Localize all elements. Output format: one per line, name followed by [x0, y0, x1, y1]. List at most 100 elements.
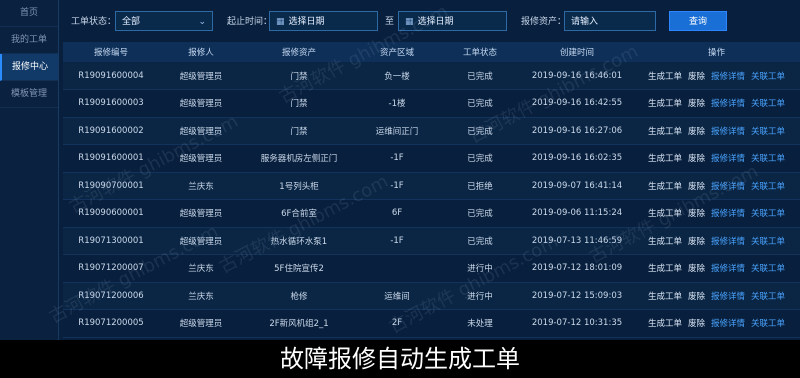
table-row: R19071200006 兰庆东 枪修 运维间 进行中 2019-07-12 15:09:… — [63, 282, 800, 310]
search-button[interactable]: 查询 — [669, 11, 727, 31]
cell-reporter: 超级管理员 — [179, 319, 223, 330]
table-row: R19071200005 超级管理员 2F新风机组2_1 2F 未处理 2019-07-1… — [63, 309, 800, 337]
cell-repair-id: R19071200005 — [78, 318, 144, 329]
caption-banner: 故障报修自动生成工单 — [0, 340, 800, 378]
time-label: 起止时间： — [227, 17, 273, 27]
repair-detail-link[interactable]: 报修详情 — [711, 209, 745, 219]
cell-status: 进行中 — [467, 291, 493, 302]
filter-bar: 工单状态： 全部 ⌄ 起止时间： ▦ 选择日期 至 ▦ 选择日期 报修资产： 请输入… — [59, 0, 800, 42]
cell-repair-id: R19071300001 — [78, 235, 144, 246]
void-link[interactable]: 废除 — [688, 264, 705, 274]
end-date-input[interactable]: ▦ 选择日期 — [398, 11, 507, 31]
void-link[interactable]: 废除 — [688, 292, 705, 302]
cell-status: 未处理 — [467, 319, 493, 330]
main-panel: 工单状态： 全部 ⌄ 起止时间： ▦ 选择日期 至 ▦ 选择日期 报修资产： 请输入… — [46, 0, 800, 340]
cell-repair-id: R19090700001 — [78, 180, 144, 191]
sidebar-item-templates[interactable]: 模板管理 — [0, 81, 58, 108]
cell-asset: 热水循环水泵1 — [270, 236, 328, 247]
cell-area — [355, 255, 439, 283]
generate-order-link[interactable]: 生成工单 — [648, 99, 682, 109]
cell-created: 2019-07-13 11:46:59 — [531, 235, 623, 246]
repair-detail-link[interactable]: 报修详情 — [711, 154, 745, 164]
related-order-link[interactable]: 关联工单 — [751, 292, 785, 302]
void-link[interactable]: 废除 — [688, 154, 705, 164]
header-reporter: 报修人 — [188, 48, 214, 58]
generate-order-link[interactable]: 生成工单 — [648, 264, 682, 274]
start-date-input[interactable]: ▦ 选择日期 — [269, 11, 378, 31]
repair-detail-link[interactable]: 报修详情 — [711, 99, 745, 109]
related-order-link[interactable]: 关联工单 — [751, 182, 785, 192]
related-order-link[interactable]: 关联工单 — [751, 154, 785, 164]
related-order-link[interactable]: 关联工单 — [751, 72, 785, 82]
asset-input-placeholder: 请输入 — [571, 17, 599, 27]
cell-actions: 生成工单 废除 报修详情 关联工单 — [633, 200, 800, 228]
void-link[interactable]: 废除 — [688, 127, 705, 137]
repair-detail-link[interactable]: 报修详情 — [711, 182, 745, 192]
status-label: 工单状态： — [71, 17, 117, 27]
cell-actions: 生成工单 废除 报修详情 关联工单 — [633, 90, 800, 118]
cell-repair-id: R19091600001 — [78, 153, 144, 164]
cell-repair-id: R19090600001 — [78, 208, 144, 219]
cell-reporter: 兰庆东 — [188, 181, 214, 192]
cell-asset: 5F住院宣传2 — [274, 264, 324, 275]
repair-detail-link[interactable]: 报修详情 — [711, 127, 745, 137]
sidebar-item-repair-center[interactable]: 报修中心 — [0, 54, 58, 81]
sidebar-item-home[interactable]: 首页 — [0, 0, 58, 27]
cell-created: 2019-09-16 16:42:55 — [531, 98, 623, 109]
asset-input[interactable]: 请输入 — [564, 11, 656, 31]
table-row: R19091600002 超级管理员 门禁 运维间正门 已完成 2019-09-16 16… — [63, 117, 800, 145]
cell-reporter: 超级管理员 — [179, 236, 223, 247]
related-order-link[interactable]: 关联工单 — [751, 127, 785, 137]
cell-area: 6F — [391, 208, 403, 219]
related-order-link[interactable]: 关联工单 — [751, 99, 785, 109]
generate-order-link[interactable]: 生成工单 — [648, 127, 682, 137]
related-order-link[interactable]: 关联工单 — [751, 237, 785, 247]
void-link[interactable]: 废除 — [688, 237, 705, 247]
table-body: R19091600004 超级管理员 门禁 负一楼 已完成 2019-09-16 16:4… — [63, 62, 800, 337]
cell-reporter: 超级管理员 — [179, 71, 223, 82]
generate-order-link[interactable]: 生成工单 — [648, 209, 682, 219]
status-select[interactable]: 全部 ⌄ — [115, 11, 213, 31]
generate-order-link[interactable]: 生成工单 — [648, 154, 682, 164]
related-order-link[interactable]: 关联工单 — [751, 319, 785, 329]
cell-reporter: 超级管理员 — [179, 209, 223, 220]
void-link[interactable]: 废除 — [688, 319, 705, 329]
repair-detail-link[interactable]: 报修详情 — [711, 237, 745, 247]
repair-detail-link[interactable]: 报修详情 — [711, 264, 745, 274]
generate-order-link[interactable]: 生成工单 — [648, 237, 682, 247]
cell-reporter: 超级管理员 — [179, 99, 223, 110]
repair-table: 报修编号 报修人 报修资产 资产区域 工单状态 创建时间 操作 R1909160… — [63, 42, 800, 338]
cell-asset: 2F新风机组2_1 — [269, 319, 329, 330]
cell-created: 2019-07-12 18:01:09 — [531, 263, 623, 274]
void-link[interactable]: 废除 — [688, 209, 705, 219]
cell-asset: 6F合前室 — [281, 209, 317, 220]
cell-actions: 生成工单 废除 报修详情 关联工单 — [633, 282, 800, 310]
repair-detail-link[interactable]: 报修详情 — [711, 292, 745, 302]
generate-order-link[interactable]: 生成工单 — [648, 292, 682, 302]
void-link[interactable]: 废除 — [688, 182, 705, 192]
generate-order-link[interactable]: 生成工单 — [648, 182, 682, 192]
repair-detail-link[interactable]: 报修详情 — [711, 72, 745, 82]
cell-reporter: 超级管理员 — [179, 126, 223, 137]
repair-detail-link[interactable]: 报修详情 — [711, 319, 745, 329]
cell-repair-id: R19091600003 — [78, 98, 144, 109]
end-date-placeholder: 选择日期 — [417, 17, 454, 27]
cell-repair-id: R19071200006 — [78, 290, 144, 301]
cell-status: 已完成 — [467, 126, 493, 137]
related-order-link[interactable]: 关联工单 — [751, 264, 785, 274]
cell-asset: 1号列头柜 — [279, 181, 319, 192]
related-order-link[interactable]: 关联工单 — [751, 209, 785, 219]
table-row: R19090700001 兰庆东 1号列头柜 -1F 已拒绝 2019-09-07 16:… — [63, 172, 800, 200]
void-link[interactable]: 废除 — [688, 99, 705, 109]
void-link[interactable]: 废除 — [688, 72, 705, 82]
sidebar-item-my-orders[interactable]: 我的工单 — [0, 27, 58, 54]
header-created: 创建时间 — [559, 48, 594, 58]
generate-order-link[interactable]: 生成工单 — [648, 319, 682, 329]
header-asset: 报修资产 — [281, 48, 316, 58]
cell-actions: 生成工单 废除 报修详情 关联工单 — [633, 62, 800, 90]
status-select-value: 全部 — [122, 17, 141, 27]
table-row: R19091600003 超级管理员 门禁 -1楼 已完成 2019-09-16 16:4… — [63, 89, 800, 118]
cell-actions: 生成工单 废除 报修详情 关联工单 — [633, 145, 800, 173]
to-label: 至 — [385, 17, 395, 27]
generate-order-link[interactable]: 生成工单 — [648, 72, 682, 82]
